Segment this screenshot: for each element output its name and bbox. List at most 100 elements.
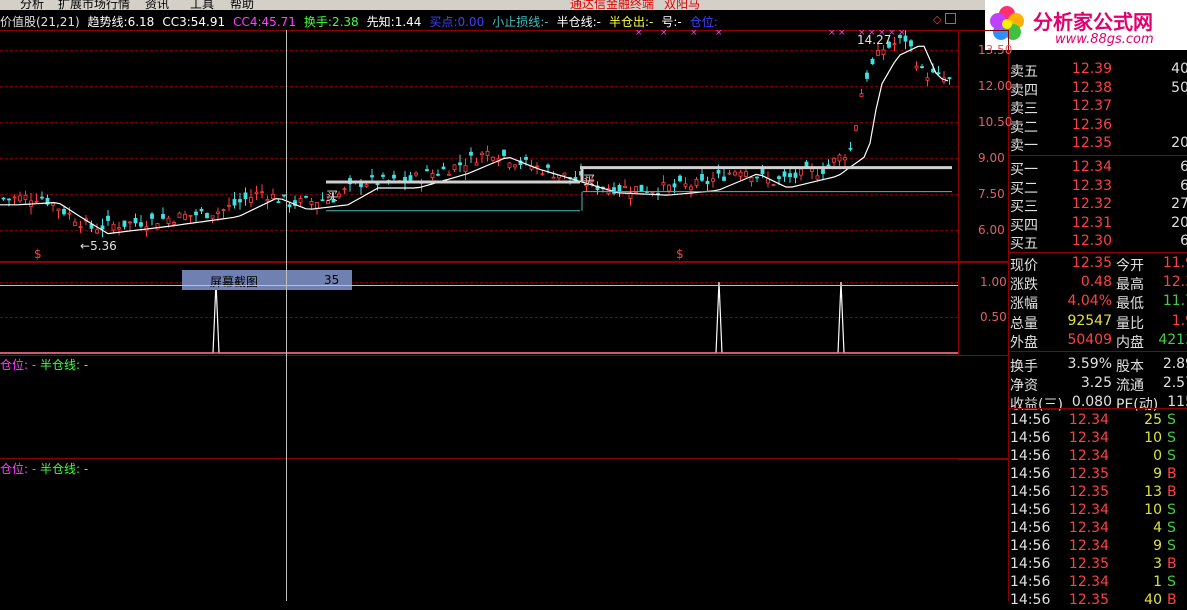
buy-price: 12.30 — [1071, 233, 1112, 249]
menu-item[interactable]: 分析 — [20, 0, 44, 10]
tick-row[interactable]: 14:56 12.34 10 S — [1009, 430, 1187, 448]
info-row: 净资 3.25流通 2.57 — [1009, 375, 1187, 395]
tick-side: B — [1167, 484, 1177, 500]
candle-body — [172, 222, 176, 225]
tick-row[interactable]: 14:56 12.35 9 B — [1009, 466, 1187, 484]
sell-volume: 50 — [1171, 79, 1187, 96]
buy-volume: 27 — [1171, 196, 1187, 212]
candle-body — [408, 175, 413, 181]
tick-price: 12.34 — [1068, 412, 1109, 428]
price-axis-label: 12.00 — [978, 79, 1013, 93]
info-label: 流通 — [1116, 378, 1144, 395]
info-row: 总量 92547量比 1.9 — [1009, 312, 1187, 332]
signal-marker-icon: × — [828, 30, 836, 38]
info-row: 外盘 50409内盘 4213 — [1009, 332, 1187, 351]
indicator-item: CC4:45.71 — [233, 15, 300, 29]
candle-body — [491, 156, 495, 161]
candle-body — [139, 222, 143, 227]
tick-row[interactable]: 14:56 12.34 9 S — [1009, 538, 1187, 556]
candle-body — [370, 175, 374, 178]
candle-body — [485, 150, 490, 157]
candle-body — [375, 183, 380, 186]
candle-body — [1, 197, 6, 200]
sell-row[interactable]: 卖二 12.36 — [1009, 117, 1187, 136]
tick-row[interactable]: 14:56 12.34 0 S — [1009, 448, 1187, 466]
tick-row[interactable]: 14:56 12.35 40 B — [1009, 592, 1187, 610]
candle-body — [56, 208, 61, 212]
candle-body — [128, 221, 132, 224]
tick-row[interactable]: 14:56 12.35 13 B — [1009, 484, 1187, 502]
candle-body — [474, 162, 479, 166]
tick-side: S — [1167, 448, 1176, 464]
buy-row[interactable]: 买五 12.30 6 — [1009, 233, 1187, 252]
info-label: 涨跌 — [1010, 277, 1038, 294]
oscillator-chart[interactable] — [0, 262, 958, 354]
buy-price: 12.32 — [1071, 196, 1112, 212]
candle-body — [733, 171, 737, 176]
tick-row[interactable]: 14:56 12.34 1 S — [1009, 574, 1187, 592]
signal-marker-icon: × — [838, 30, 846, 38]
menu-item[interactable]: 帮助 — [230, 0, 254, 10]
sell-row[interactable]: 卖一 12.35 20 — [1009, 135, 1187, 154]
candle-body — [727, 172, 732, 175]
price-axis-label: 6.00 — [978, 223, 1005, 237]
candle-body — [623, 185, 627, 188]
info-label: 最高 — [1116, 277, 1144, 294]
candle-body — [540, 173, 545, 176]
sell-row[interactable]: 卖四 12.38 50 — [1009, 79, 1187, 99]
sell-row[interactable]: 卖五 12.39 40 — [1009, 61, 1187, 80]
quote-divider — [1008, 351, 1187, 352]
candle-body — [826, 164, 831, 167]
diamond-icon[interactable]: ◇ — [933, 13, 941, 26]
info-value: 0.48 — [1080, 274, 1112, 291]
info-label: 总量 — [1010, 315, 1038, 332]
menu-item[interactable]: 双阳马 — [664, 0, 700, 10]
quote-divider — [1008, 155, 1187, 156]
candle-body — [876, 49, 880, 56]
tick-row[interactable]: 14:56 12.34 10 S — [1009, 502, 1187, 520]
info-label: 涨幅 — [1010, 296, 1038, 313]
sell-row[interactable]: 卖三 12.37 — [1009, 98, 1187, 117]
candlestick-chart[interactable]: × × × × × × × × × × × — [0, 30, 958, 260]
candle-body — [837, 154, 842, 162]
info-label: 外盘 — [1010, 334, 1038, 351]
candle-body — [271, 193, 275, 199]
candle-body — [62, 208, 66, 215]
buy-row[interactable]: 买四 12.31 20 — [1009, 215, 1187, 234]
candle-body — [447, 173, 451, 176]
candle-body — [546, 164, 550, 168]
buy-row[interactable]: 买一 12.34 6 — [1009, 159, 1187, 178]
tick-price: 12.35 — [1068, 466, 1109, 482]
price-axis-label: 10.50 — [978, 115, 1013, 129]
sell-volume: 40 — [1171, 61, 1187, 77]
menu-item[interactable]: 工具 — [190, 0, 214, 10]
panel3-axis — [958, 355, 1009, 460]
candle-body — [78, 226, 83, 228]
info-value: 1.9 — [1171, 312, 1187, 329]
candle-body — [854, 125, 858, 131]
candle-body — [694, 179, 699, 186]
tick-side: S — [1167, 430, 1176, 446]
tick-side: S — [1167, 502, 1176, 518]
tick-volume: 40 — [1144, 592, 1162, 608]
buy-row[interactable]: 买三 12.32 27 — [1009, 196, 1187, 215]
candle-body — [793, 172, 798, 178]
candle-body — [463, 165, 468, 173]
menu-item[interactable]: 扩展市场行情 — [58, 0, 130, 10]
menu-item[interactable]: 通达信金融终端 — [570, 0, 654, 10]
logo-url[interactable]: www.88gs.com — [1055, 32, 1154, 47]
tick-row[interactable]: 14:56 12.34 25 S — [1009, 412, 1187, 430]
buy-label: 买二 — [1010, 180, 1038, 197]
candle-body — [502, 149, 506, 156]
tick-row[interactable]: 14:56 12.34 4 S — [1009, 520, 1187, 538]
candle-body — [749, 177, 754, 183]
info-row: 涨跌 0.48最高 12.3 — [1009, 274, 1187, 294]
buy-label: 买五 — [1010, 236, 1038, 252]
buy-row[interactable]: 买二 12.33 6 — [1009, 178, 1187, 197]
menu-item[interactable]: 资讯 — [145, 0, 169, 10]
square-icon[interactable] — [945, 13, 956, 24]
tick-row[interactable]: 14:56 12.35 3 B — [1009, 556, 1187, 574]
indicator-item: 仓位: — [690, 15, 722, 29]
candle-body — [188, 214, 193, 217]
info-label: 量比 — [1116, 315, 1144, 332]
